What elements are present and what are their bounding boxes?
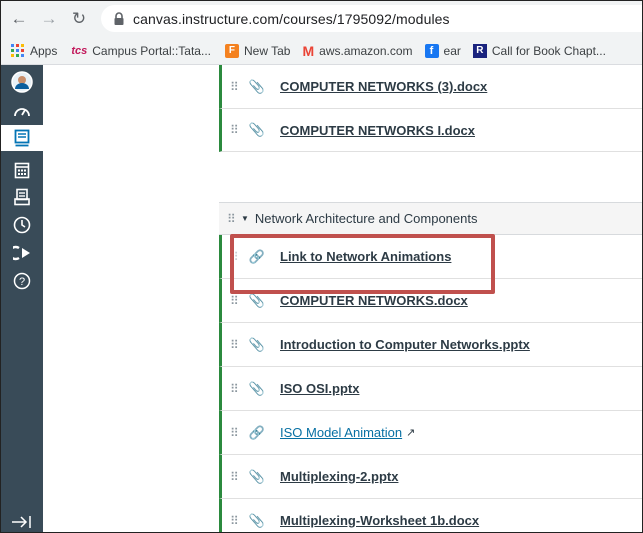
svg-text:?: ? xyxy=(19,276,25,288)
bookmark-label: New Tab xyxy=(243,43,291,58)
url-text: canvas.instructure.com/courses/1795092/m… xyxy=(133,10,450,27)
collapse-nav-icon[interactable] xyxy=(1,511,43,532)
paperclip-icon: 📎 xyxy=(248,292,266,308)
module-header[interactable]: ⠿ ▼ Network Architecture and Components xyxy=(219,202,642,235)
bookmark-label: Call for Book Chapt... xyxy=(491,43,606,58)
reload-icon[interactable]: ↻ xyxy=(67,7,91,31)
global-navigation: ? xyxy=(1,65,43,532)
r-bookmark-icon: R xyxy=(472,43,487,58)
forward-arrow-icon[interactable]: → xyxy=(37,7,61,31)
address-bar[interactable]: canvas.instructure.com/courses/1795092/m… xyxy=(101,5,642,32)
drag-handle-icon[interactable]: ⠿ xyxy=(230,426,240,440)
bookmarks-bar: Apps tcs Campus Portal::Tata... F New Ta… xyxy=(1,37,642,65)
module-item[interactable]: ⠿ 🔗 ISO Model Animation ↗ xyxy=(219,411,642,455)
collapse-triangle-icon[interactable]: ▼ xyxy=(241,214,249,223)
bookmark-label: ear xyxy=(443,43,461,58)
drag-handle-icon[interactable]: ⠿ xyxy=(230,514,240,528)
module-item-title[interactable]: ISO Model Animation xyxy=(280,425,402,440)
dashboard-icon[interactable] xyxy=(1,99,43,123)
modules-content: ⠿ 📎 COMPUTER NETWORKS (3).docx ⠿ 📎 COMPU… xyxy=(43,65,642,532)
module-item-title[interactable]: Introduction to Computer Networks.pptx xyxy=(280,337,530,352)
bookmark-campus-portal[interactable]: tcs Campus Portal::Tata... xyxy=(71,44,211,58)
bookmark-label: Apps xyxy=(30,43,58,58)
tcs-icon: tcs xyxy=(71,44,88,57)
inbox-icon[interactable] xyxy=(1,185,43,209)
module-item-title[interactable]: COMPUTER NETWORKS (3).docx xyxy=(280,79,487,94)
module-item[interactable]: ⠿ 📎 ISO OSI.pptx xyxy=(219,367,642,411)
bookmark-call-for-book[interactable]: R Call for Book Chapt... xyxy=(472,43,606,58)
new-tab-icon: F xyxy=(224,43,239,58)
drag-handle-icon[interactable]: ⠿ xyxy=(230,80,240,94)
account-avatar-icon[interactable] xyxy=(1,69,43,95)
bookmark-apps[interactable]: Apps xyxy=(11,43,58,58)
paperclip-icon: 📎 xyxy=(248,122,266,137)
drag-handle-icon[interactable]: ⠿ xyxy=(230,470,240,484)
module-item-title[interactable]: Multiplexing-2.pptx xyxy=(280,469,398,484)
module-item-title[interactable]: Multiplexing-Worksheet 1b.docx xyxy=(280,513,479,528)
highlight-box xyxy=(230,234,495,294)
paperclip-icon: 📎 xyxy=(248,512,266,528)
bookmark-new-tab[interactable]: F New Tab xyxy=(224,43,291,58)
paperclip-icon: 📎 xyxy=(248,78,266,94)
commons-icon[interactable] xyxy=(1,241,43,265)
module-item[interactable]: ⠿ 📎 Multiplexing-2.pptx xyxy=(219,455,642,499)
lock-icon xyxy=(114,11,124,25)
drag-handle-icon[interactable]: ⠿ xyxy=(230,382,240,396)
module-item[interactable]: ⠿ 📎 COMPUTER NETWORKS (3).docx xyxy=(219,65,642,109)
module-item[interactable]: ⠿ 📎 COMPUTER NETWORKS I.docx xyxy=(219,109,642,152)
module-item[interactable]: ⠿ 📎 Introduction to Computer Networks.pp… xyxy=(219,323,642,367)
bookmark-aws[interactable]: M aws.amazon.com xyxy=(302,43,412,59)
drag-handle-icon[interactable]: ⠿ xyxy=(230,294,240,308)
calendar-icon[interactable] xyxy=(1,158,43,182)
courses-icon[interactable] xyxy=(1,125,43,151)
paperclip-icon: 📎 xyxy=(248,380,266,396)
module-item[interactable]: ⠿ 📎 Multiplexing-Worksheet 1b.docx xyxy=(219,499,642,532)
drag-handle-icon[interactable]: ⠿ xyxy=(230,338,240,352)
apps-grid-icon xyxy=(11,43,24,57)
bookmark-label: aws.amazon.com xyxy=(319,43,413,58)
help-icon[interactable]: ? xyxy=(1,269,43,293)
browser-toolbar: ← → ↻ canvas.instructure.com/courses/179… xyxy=(1,1,642,37)
bookmark-label: Campus Portal::Tata... xyxy=(92,43,211,58)
external-link-icon: ↗ xyxy=(406,427,416,439)
bookmark-ear[interactable]: f ear xyxy=(424,43,461,58)
paperclip-icon: 📎 xyxy=(248,468,266,484)
drag-handle-icon[interactable]: ⠿ xyxy=(227,212,237,226)
module-item-title[interactable]: COMPUTER NETWORKS.docx xyxy=(280,293,468,308)
history-icon[interactable] xyxy=(1,213,43,237)
back-arrow-icon[interactable]: ← xyxy=(7,7,31,31)
link-icon: 🔗 xyxy=(248,424,266,440)
drag-handle-icon[interactable]: ⠿ xyxy=(230,123,240,137)
module-title: Network Architecture and Components xyxy=(254,211,478,226)
module-item-title[interactable]: ISO OSI.pptx xyxy=(280,381,359,396)
module-previous: ⠿ 📎 COMPUTER NETWORKS (3).docx ⠿ 📎 COMPU… xyxy=(219,65,642,152)
gmail-icon: M xyxy=(302,42,315,59)
paperclip-icon: 📎 xyxy=(248,336,266,352)
screenshot-frame: ← → ↻ canvas.instructure.com/courses/179… xyxy=(0,0,643,533)
facebook-icon: f xyxy=(424,43,439,58)
module-item-title[interactable]: COMPUTER NETWORKS I.docx xyxy=(280,123,475,138)
